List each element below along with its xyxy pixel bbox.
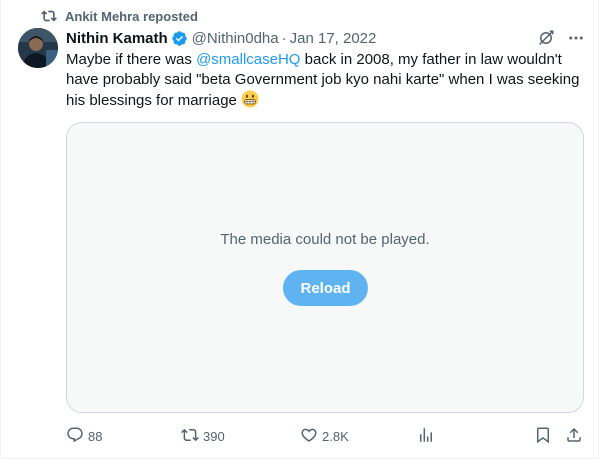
mention-link[interactable]: @smallcaseHQ <box>196 51 300 68</box>
reply-icon <box>66 426 84 447</box>
post-text-start: Maybe if there was <box>66 51 197 68</box>
post-text: Maybe if there was @smallcaseHQ back in … <box>66 50 586 111</box>
post-top-actions <box>536 28 586 48</box>
post-card[interactable]: Ankit Mehra reposted Nithin Kamath @Nith… <box>0 0 599 459</box>
repost-count: 390 <box>203 428 225 444</box>
more-options-icon[interactable] <box>566 28 586 48</box>
reload-button[interactable]: Reload <box>283 270 368 306</box>
bar-chart-icon <box>417 426 435 447</box>
share-icon <box>565 426 583 447</box>
avatar[interactable] <box>18 28 58 68</box>
share-button[interactable] <box>565 426 583 446</box>
like-count: 2.8K <box>322 428 349 444</box>
bookmark-icon <box>534 426 552 447</box>
post-header: Nithin Kamath @Nithin0dha · Jan 17, 2022 <box>66 28 376 48</box>
repost-indicator: Ankit Mehra reposted <box>41 7 198 25</box>
media-player: The media could not be played. Reload <box>66 122 584 413</box>
reply-count: 88 <box>88 428 103 444</box>
repost-button[interactable]: 390 <box>181 426 225 446</box>
heart-icon <box>300 426 318 447</box>
action-bar: 88 390 2.8K <box>66 426 586 446</box>
repost-icon <box>41 8 57 24</box>
repost-action-icon <box>181 426 199 447</box>
bookmark-button[interactable] <box>534 426 552 446</box>
like-button[interactable]: 2.8K <box>300 426 349 446</box>
separator-dot: · <box>281 29 287 47</box>
grok-icon[interactable] <box>536 28 556 48</box>
views-button[interactable] <box>417 426 435 446</box>
verified-badge-icon <box>171 30 188 47</box>
grimacing-face-emoji-icon <box>241 90 259 108</box>
author-handle[interactable]: @Nithin0dha <box>192 30 279 47</box>
repost-text[interactable]: Ankit Mehra reposted <box>65 9 198 24</box>
post-date[interactable]: Jan 17, 2022 <box>290 30 377 47</box>
media-error-message: The media could not be played. <box>220 231 430 248</box>
author-name[interactable]: Nithin Kamath <box>66 30 168 47</box>
reply-button[interactable]: 88 <box>66 426 102 446</box>
